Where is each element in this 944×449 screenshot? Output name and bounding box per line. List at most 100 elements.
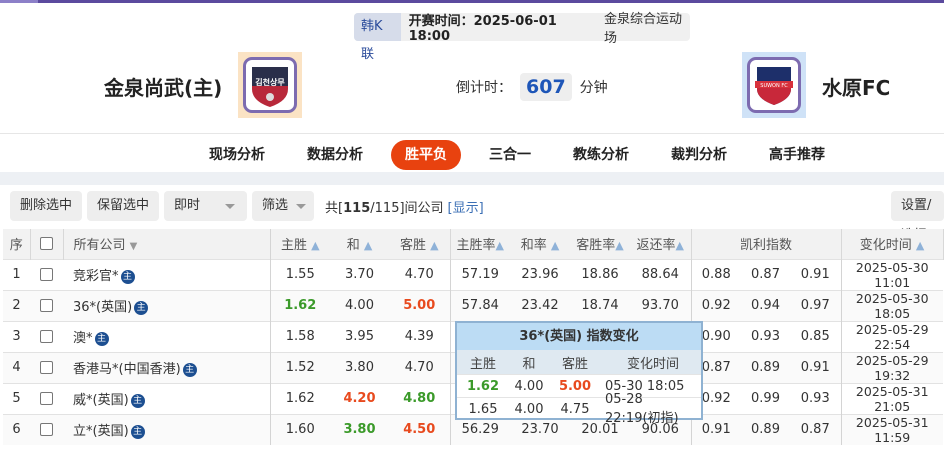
main-badge-icon: 主 (120, 269, 135, 284)
divider (0, 133, 944, 134)
home-team-logo[interactable]: 김천상무 (238, 52, 302, 118)
company-name[interactable]: 立*(英国) 主 (63, 413, 271, 445)
venue: 金泉综合运动场 (604, 12, 683, 46)
col-time[interactable]: 变化时间 ▲ (841, 229, 944, 259)
kelly-draw: 0.89 (741, 351, 790, 383)
kelly-draw: 0.93 (741, 320, 790, 352)
draw-odds: 3.80 (330, 351, 389, 383)
col-seq: 序 (3, 229, 31, 259)
change-time: 2025-05-30 18:05 (841, 289, 943, 321)
home-team-name[interactable]: 金泉尚武(主) (104, 72, 222, 101)
away-team-logo[interactable]: SUWON FC (742, 52, 806, 118)
col-home-rate[interactable]: 主胜率▲ (450, 229, 510, 259)
match-info: 韩K联 开赛时间：2025-06-01 18:00 金泉综合运动场 (354, 12, 690, 62)
kelly-away: 0.91 (790, 351, 842, 383)
home-odds: 1.62 (270, 289, 330, 321)
kelly-draw: 0.99 (741, 382, 790, 414)
show-link[interactable]: [显示] (448, 201, 484, 216)
tab-onsite[interactable]: 现场分析 (195, 140, 279, 170)
row-checkbox[interactable] (30, 320, 63, 352)
change-time: 2025-05-31 21:05 (841, 382, 943, 414)
draw-rate: 23.96 (510, 258, 570, 290)
row-checkbox[interactable] (30, 413, 63, 445)
change-time: 2025-05-29 19:32 (841, 351, 943, 383)
league-badge[interactable]: 韩K联 (354, 13, 401, 62)
away-odds: 4.39 (389, 320, 451, 352)
odds-change-popup: 36*(英国) 指数变化 主胜和客胜 变化时间 1.62 4.00 5.00 05-30… (455, 321, 703, 426)
table-row[interactable]: 1 竞彩官* 主 1.55 3.70 4.70 57.19 23.96 18.86… (3, 258, 943, 290)
col-home[interactable]: 主胜 ▲ (270, 229, 330, 259)
return-rate: 88.64 (630, 258, 692, 290)
col-return-rate[interactable]: 返还率▲ (630, 229, 692, 259)
row-seq: 3 (3, 320, 30, 352)
tab-expert[interactable]: 高手推荐 (755, 140, 839, 170)
away-odds: 4.70 (389, 258, 451, 290)
company-name[interactable]: 香港马*(中国香港) 主 (63, 351, 271, 383)
row-checkbox[interactable] (30, 382, 63, 414)
countdown-label: 倒计时： (456, 80, 512, 96)
main-badge-icon: 主 (182, 362, 197, 377)
row-seq: 1 (3, 258, 30, 290)
draw-odds: 4.20 (330, 382, 389, 414)
table-row[interactable]: 2 36*(英国) 主 1.62 4.00 5.00 57.84 23.42 18… (3, 289, 943, 321)
col-company[interactable]: 所有公司 ▼ (63, 229, 271, 259)
kelly-away: 0.87 (790, 413, 842, 445)
col-away-rate[interactable]: 客胜率▲ (570, 229, 630, 259)
section-gap (0, 172, 944, 185)
select-all-checkbox[interactable] (30, 229, 64, 259)
home-odds: 1.60 (270, 413, 330, 445)
tab-referee[interactable]: 裁判分析 (657, 140, 741, 170)
away-odds: 4.80 (389, 382, 451, 414)
away-team-name[interactable]: 水原FC (822, 72, 890, 101)
company-name[interactable]: 竞彩官* 主 (63, 258, 271, 290)
away-odds: 5.00 (389, 289, 451, 321)
away-rate: 18.86 (570, 258, 630, 290)
mode-select[interactable]: 即时 (164, 191, 248, 221)
row-seq: 6 (3, 413, 30, 445)
tab-1x2[interactable]: 胜平负 (391, 140, 461, 170)
settings-button[interactable]: 设置/选择 (891, 191, 944, 243)
row-checkbox[interactable] (30, 258, 63, 290)
kelly-away: 0.97 (790, 289, 842, 321)
sort-up-icon: ▲ (915, 239, 925, 253)
company-name[interactable]: 澳* 主 (63, 320, 271, 352)
svg-text:김천상무: 김천상무 (255, 77, 285, 87)
home-odds: 1.55 (270, 258, 330, 290)
toolbar: 删除选中 保留选中 即时 筛选 共[115/115]间公司 [显示] (10, 191, 484, 221)
tab-coach[interactable]: 教练分析 (559, 140, 643, 170)
row-checkbox[interactable] (30, 289, 63, 321)
kelly-home: 0.92 (691, 289, 741, 321)
row-seq: 4 (3, 351, 30, 383)
home-odds: 1.52 (270, 351, 330, 383)
home-odds: 1.62 (270, 382, 330, 414)
tab-three-in-one[interactable]: 三合一 (475, 140, 545, 170)
col-draw[interactable]: 和 ▲ (330, 229, 389, 259)
change-time: 2025-05-31 11:59 (841, 413, 943, 445)
company-name[interactable]: 36*(英国) 主 (63, 289, 271, 321)
home-rate: 57.19 (450, 258, 510, 290)
keep-selected-button[interactable]: 保留选中 (87, 191, 160, 221)
countdown-value: 607 (520, 73, 572, 101)
row-seq: 2 (3, 289, 30, 321)
kickoff-time: 开赛时间：2025-06-01 18:00 (408, 14, 557, 44)
kelly-away: 0.93 (790, 382, 842, 414)
sort-up-icon: ▲ (430, 239, 439, 253)
col-draw-rate[interactable]: 和率 ▲ (510, 229, 570, 259)
popup-col-time: 变化时间 (626, 356, 679, 372)
tab-data[interactable]: 数据分析 (293, 140, 377, 170)
popup-title: 36*(英国) 指数变化 (457, 323, 701, 350)
away-odds: 4.70 (389, 351, 451, 383)
sort-up-icon: ▲ (495, 239, 504, 253)
home-odds: 1.58 (270, 320, 330, 352)
sort-up-icon: ▲ (550, 239, 560, 253)
change-time: 2025-05-29 22:54 (841, 320, 943, 352)
company-name[interactable]: 威*(英国) 主 (63, 382, 271, 414)
delete-selected-button[interactable]: 删除选中 (10, 191, 83, 221)
filter-button[interactable]: 筛选 (252, 191, 315, 221)
popup-col-draw: 和 (522, 356, 536, 372)
col-away[interactable]: 客胜 ▲ (389, 229, 451, 259)
return-rate: 93.70 (630, 289, 692, 321)
row-checkbox[interactable] (30, 351, 63, 383)
away-odds: 4.50 (389, 413, 451, 445)
svg-text:SUWON FC: SUWON FC (760, 83, 788, 89)
